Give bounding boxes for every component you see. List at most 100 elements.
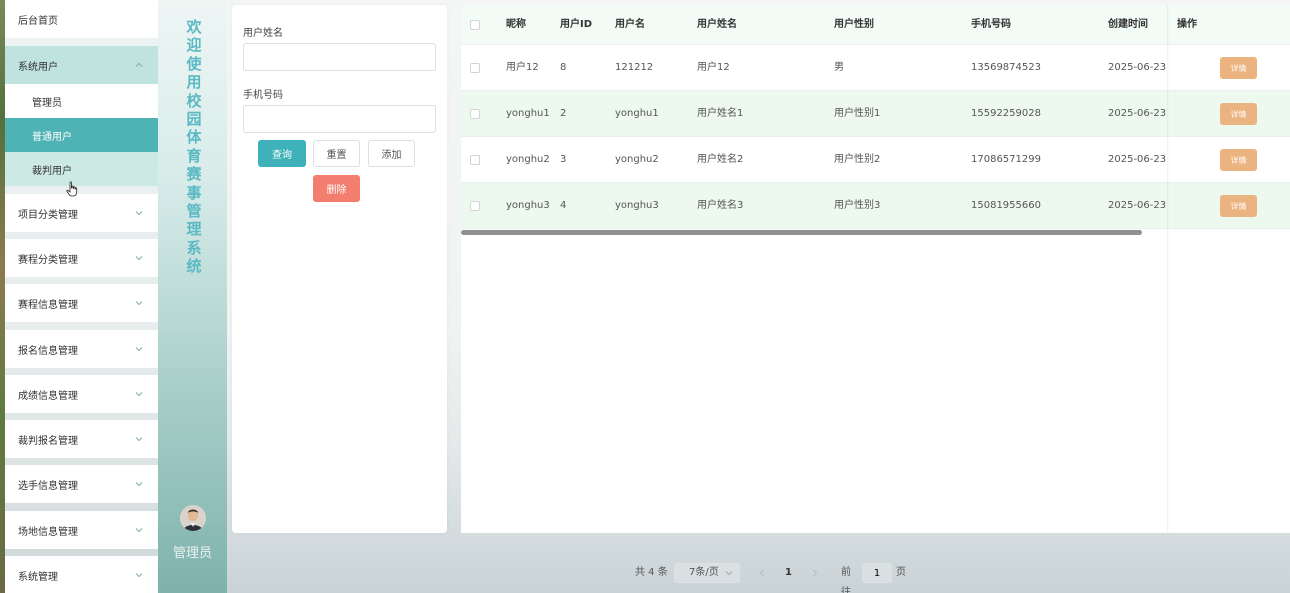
system-title: 欢迎使用校园体育赛事管理系统 bbox=[186, 18, 202, 276]
table-row[interactable]: yonghu2 3 yonghu2 用户姓名2 用户性别2 1708657129… bbox=[461, 137, 1290, 183]
detail-button[interactable]: 详情 bbox=[1220, 103, 1257, 125]
horizontal-scrollbar[interactable] bbox=[461, 230, 1142, 235]
cell-phone: 13569874523 bbox=[971, 62, 1041, 73]
submenu-item-referee-user[interactable]: 裁判用户 bbox=[5, 152, 158, 186]
detail-button[interactable]: 详情 bbox=[1220, 57, 1257, 79]
next-page-button[interactable] bbox=[804, 563, 826, 583]
name-label: 用户姓名 bbox=[243, 28, 283, 39]
column-header-gender[interactable]: 用户性别 bbox=[834, 5, 874, 45]
cell-user-id: 2 bbox=[560, 108, 567, 119]
menu-item-player-info[interactable]: 选手信息管理 bbox=[5, 465, 158, 503]
chevron-down-icon bbox=[134, 253, 144, 263]
menu-item-label: 后台首页 bbox=[18, 15, 58, 27]
phone-label: 手机号码 bbox=[243, 90, 283, 101]
phone-input[interactable] bbox=[243, 105, 436, 133]
chevron-down-icon bbox=[725, 564, 733, 589]
detail-button[interactable]: 详情 bbox=[1220, 195, 1257, 217]
add-button[interactable]: 添加 bbox=[368, 140, 415, 167]
cell-name: 用户姓名2 bbox=[697, 154, 744, 165]
chevron-down-icon bbox=[134, 434, 144, 444]
submenu-item-label: 管理员 bbox=[32, 97, 62, 109]
cell-username: yonghu3 bbox=[615, 200, 659, 211]
menu-item-label: 裁判报名管理 bbox=[18, 435, 78, 447]
chevron-left-icon bbox=[759, 569, 764, 577]
chevron-down-icon bbox=[134, 298, 144, 308]
cell-gender: 用户性别3 bbox=[834, 200, 881, 211]
prev-page-button[interactable] bbox=[751, 563, 773, 583]
goto-page-input[interactable] bbox=[862, 563, 892, 583]
table-row[interactable]: yonghu3 4 yonghu3 用户姓名3 用户性别3 1508195566… bbox=[461, 183, 1290, 229]
detail-button[interactable]: 详情 bbox=[1220, 149, 1257, 171]
page-size-select[interactable]: 7条/页 bbox=[674, 563, 740, 583]
delete-button[interactable]: 删除 bbox=[313, 175, 360, 202]
table-row[interactable]: 用户12 8 121212 用户12 男 13569874523 2025-06… bbox=[461, 45, 1290, 91]
column-header-nickname[interactable]: 昵称 bbox=[506, 5, 526, 45]
name-input[interactable] bbox=[243, 43, 436, 71]
cell-gender: 用户性别2 bbox=[834, 154, 881, 165]
menu-item-referee-registration[interactable]: 裁判报名管理 bbox=[5, 420, 158, 458]
cell-nickname: yonghu2 bbox=[506, 154, 550, 165]
menu-item-label: 赛程分类管理 bbox=[18, 254, 78, 266]
cell-created: 2025-06-23 10 bbox=[1108, 108, 1170, 119]
column-header-name[interactable]: 用户姓名 bbox=[697, 5, 737, 45]
submenu-item-admin[interactable]: 管理员 bbox=[5, 84, 158, 118]
page-number-current[interactable]: 1 bbox=[773, 563, 804, 583]
column-header-actions: 操作 bbox=[1177, 19, 1197, 30]
cell-phone: 17086571299 bbox=[971, 154, 1041, 165]
chevron-down-icon bbox=[134, 525, 144, 535]
cell-created: 2025-06-23 10 bbox=[1108, 62, 1170, 73]
chevron-up-icon bbox=[134, 60, 144, 70]
menu-item-label: 系统管理 bbox=[18, 571, 58, 583]
fixed-column-divider bbox=[1167, 5, 1169, 533]
column-header-user-id[interactable]: 用户ID bbox=[560, 5, 592, 45]
menu-item-project-category[interactable]: 项目分类管理 bbox=[5, 194, 158, 232]
menu-item-label: 选手信息管理 bbox=[18, 480, 78, 492]
row-checkbox[interactable] bbox=[470, 63, 480, 73]
column-header-phone[interactable]: 手机号码 bbox=[971, 5, 1011, 45]
query-button[interactable]: 查询 bbox=[258, 140, 306, 167]
row-checkbox[interactable] bbox=[470, 201, 480, 211]
menu-item-home[interactable]: 后台首页 bbox=[5, 0, 158, 38]
goto-label: 前往 bbox=[841, 567, 851, 593]
chevron-down-icon bbox=[134, 208, 144, 218]
sidebar: 后台首页 系统用户 管理员 普通用户 裁判用户 项目分类管理 赛程分类管理 赛程… bbox=[5, 0, 158, 593]
column-header-username[interactable]: 用户名 bbox=[615, 5, 645, 45]
row-checkbox[interactable] bbox=[470, 109, 480, 119]
page-size-value: 7条/页 bbox=[689, 567, 719, 578]
cell-nickname: yonghu1 bbox=[506, 108, 550, 119]
menu-item-schedule-category[interactable]: 赛程分类管理 bbox=[5, 239, 158, 277]
hand-cursor-icon bbox=[66, 181, 78, 197]
search-panel: 用户姓名 手机号码 查询 重置 添加 删除 bbox=[232, 5, 447, 533]
column-header-created[interactable]: 创建时间 bbox=[1108, 5, 1148, 45]
cell-name: 用户姓名3 bbox=[697, 200, 744, 211]
menu-item-label: 项目分类管理 bbox=[18, 209, 78, 221]
menu-item-label: 赛程信息管理 bbox=[18, 299, 78, 311]
chevron-down-icon bbox=[134, 389, 144, 399]
chevron-down-icon bbox=[134, 570, 144, 580]
menu-item-system-management[interactable]: 系统管理 bbox=[5, 556, 158, 593]
cell-user-id: 8 bbox=[560, 62, 567, 73]
select-all-checkbox[interactable] bbox=[470, 20, 480, 30]
menu-item-schedule-info[interactable]: 赛程信息管理 bbox=[5, 284, 158, 322]
current-user-name: 管理员 bbox=[172, 546, 212, 561]
menu-item-label: 场地信息管理 bbox=[18, 526, 78, 538]
avatar[interactable] bbox=[180, 505, 206, 531]
page-suffix: 页 bbox=[896, 567, 906, 578]
chevron-right-icon bbox=[813, 569, 818, 577]
cell-username: yonghu1 bbox=[615, 108, 659, 119]
reset-button[interactable]: 重置 bbox=[313, 140, 360, 167]
cell-name: 用户姓名1 bbox=[697, 108, 744, 119]
cell-created: 2025-06-23 10 bbox=[1108, 154, 1170, 165]
menu-item-registration-info[interactable]: 报名信息管理 bbox=[5, 330, 158, 368]
submenu-item-normal-user[interactable]: 普通用户 bbox=[5, 118, 158, 152]
row-checkbox[interactable] bbox=[470, 155, 480, 165]
menu-item-system-users[interactable]: 系统用户 bbox=[5, 46, 158, 84]
chevron-down-icon bbox=[134, 479, 144, 489]
menu-item-score-info[interactable]: 成绩信息管理 bbox=[5, 375, 158, 413]
table-row[interactable]: yonghu1 2 yonghu1 用户姓名1 用户性别1 1559225902… bbox=[461, 91, 1290, 137]
cell-phone: 15592259028 bbox=[971, 108, 1041, 119]
cell-username: 121212 bbox=[615, 62, 654, 73]
menu-item-label: 系统用户 bbox=[18, 61, 58, 73]
user-avatar-icon bbox=[180, 505, 206, 531]
menu-item-venue-info[interactable]: 场地信息管理 bbox=[5, 511, 158, 549]
